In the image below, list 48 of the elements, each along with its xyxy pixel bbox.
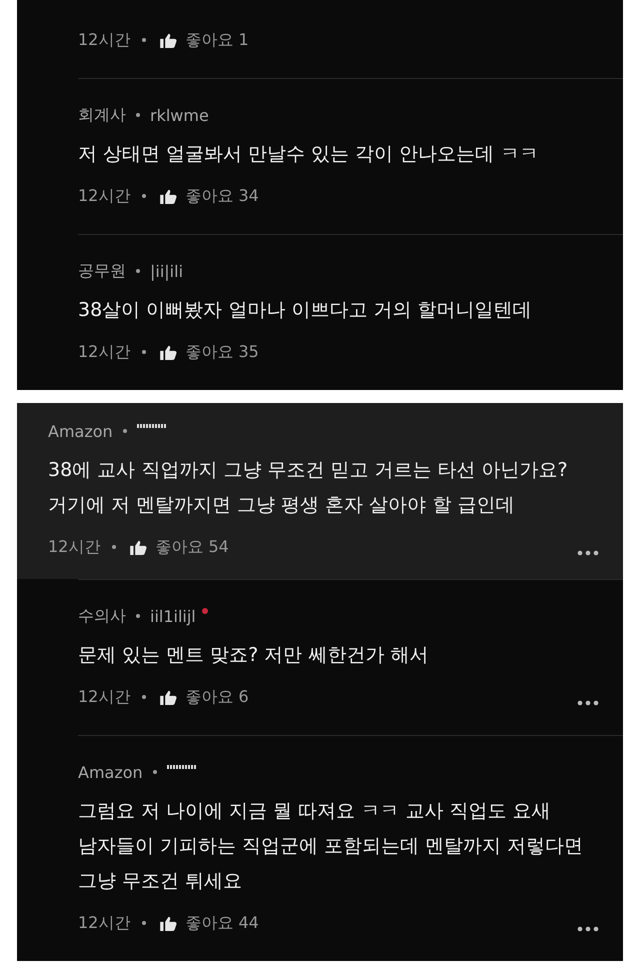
separator-dot [112,545,116,549]
user-handle[interactable]: rklwme [150,106,209,124]
timestamp: 12시간 [78,342,130,362]
separator-dot [136,113,140,117]
timestamp: 12시간 [78,30,130,50]
separator-dot [142,350,146,354]
like-count: 좋아요 1 [185,30,249,50]
separator-dot [152,770,157,774]
user-handle[interactable]: iil1ilijl [150,606,196,626]
comment-text: 거기에 저 멘탈까지면 그냥 평생 혼자 살아야 할 급인데 [48,493,516,518]
timestamp: 12시간 [78,686,130,708]
author-name[interactable]: Amazon [78,762,143,782]
more-dots-icon [577,700,599,706]
thumbs-up-icon[interactable] [130,540,148,554]
separator-dot [122,429,127,433]
comment-text: 38살이 이뻐봤자 얼마나 이쁘다고 거의 할머니일텐데 [78,298,532,323]
more-dots-icon [577,926,599,932]
separator-dot [142,194,146,198]
separator-dot [142,921,146,925]
comment-text: 저 상태면 얼굴봐서 만날수 있는 각이 안나오는데 ㅋㅋ [78,142,540,167]
comment-text: 그냥 무조건 튀세요 [78,869,244,894]
author-name[interactable]: 수의사 [78,606,126,626]
separator-dot [142,695,146,699]
timestamp: 12시간 [78,186,130,206]
like-count: 좋아요 54 [155,536,229,558]
like-count: 좋아요 34 [185,186,259,206]
like-count: 좋아요 6 [185,686,249,708]
like-count: 좋아요 44 [185,912,259,934]
thumbs-up-icon[interactable] [160,916,178,930]
thumbs-up-icon[interactable] [160,188,178,204]
thumbs-up-icon[interactable] [160,32,178,48]
like-count: 좋아요 35 [185,342,259,362]
thumbs-up-icon[interactable] [160,690,178,704]
timestamp: 12시간 [78,912,130,934]
comment-text: 문제 있는 멘트 맞죠? 저만 쎄한건가 해서 [78,643,430,668]
timestamp: 12시간 [48,536,100,558]
comment-text: 그럼요 저 나이에 지금 뭘 따져요 ㅋㅋ 교사 직업도 요새 [78,799,552,824]
author-name[interactable]: 공무원 [78,260,126,282]
comment-text: 38에 교사 직업까지 그냥 무조건 믿고 거르는 타선 아닌가요? [48,458,569,483]
more-dots-icon [577,550,599,556]
separator-dot [136,269,140,273]
author-name[interactable]: 회계사 [78,104,126,126]
separator-dot [142,38,146,42]
user-handle[interactable]: |ii|ili [150,262,184,280]
author-name[interactable]: Amazon [48,422,113,440]
comment-text: 남자들이 기피하는 직업군에 포함되는데 멘탈까지 저렇다면 [78,834,584,859]
thumbs-up-icon[interactable] [160,344,178,360]
separator-dot [136,614,140,618]
